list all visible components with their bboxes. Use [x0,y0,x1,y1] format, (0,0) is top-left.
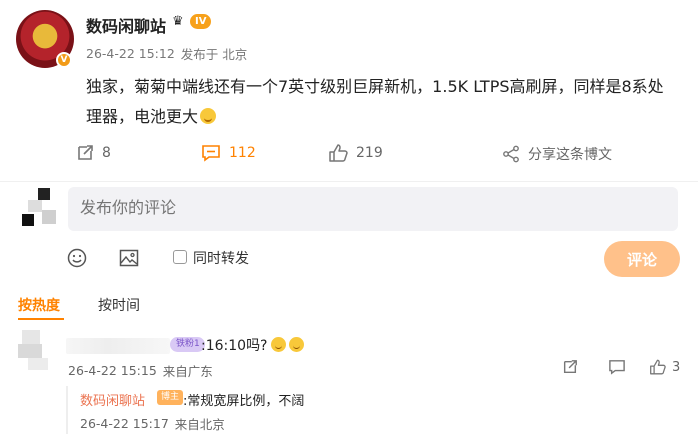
commenter-avatar[interactable] [18,330,52,370]
smile-emoji-icon [288,337,304,352]
comment-text: :16:10吗? [201,335,304,355]
repost-checkbox-label[interactable]: 同时转发 [193,248,249,268]
verified-badge-label: V [60,55,68,65]
author-host-badge: 博主 [157,390,184,405]
comment-count: 112 [229,145,256,161]
sort-by-time-tab[interactable]: 按时间 [98,295,140,315]
action-bar: 8 112 219 分享这条博文 [0,144,698,166]
comment-time: 26-4-22 15:15 [68,363,157,378]
repost-icon [78,145,93,160]
reply-author-name[interactable]: 数码闲聊站 [80,390,145,409]
level-badge: ♛ IV [172,13,212,29]
comment-source: 来自广东 [162,364,213,379]
verified-badge: V [56,52,72,68]
reply-text: :常规宽屏比例，不阔 [183,394,305,409]
author-name[interactable]: 数码闲聊站 [86,13,166,37]
smiley-icon [67,248,87,268]
comment-reply-button[interactable] [608,359,626,375]
reply-source: 来自北京 [174,417,225,432]
repost-button[interactable]: 8 [76,144,111,162]
crown-icon: ♛ [172,13,184,29]
comment-like-button[interactable]: 3 [649,359,680,375]
my-avatar[interactable] [22,188,58,226]
reply-thread-line [66,386,68,434]
comment-icon [202,145,220,162]
fan-badge: 铁粉1 [170,337,205,352]
thumb-up-icon [329,144,348,162]
image-button[interactable] [118,247,140,269]
divider [0,181,698,182]
like-count: 219 [356,145,383,161]
comment-button[interactable]: 112 [201,144,256,162]
grin-emoji-icon [200,108,217,124]
emoji-button[interactable] [66,247,88,269]
submit-comment-button[interactable]: 评论 [604,241,680,277]
level-label: IV [190,14,212,29]
repost-checkbox[interactable] [173,250,187,264]
commenter-name-redacted[interactable] [66,338,170,354]
repost-icon [563,360,577,374]
share-icon [503,145,519,163]
comment-like-count: 3 [672,359,681,375]
post-time[interactable]: 26-4-22 15:12 [86,46,175,61]
share-label: 分享这条博文 [528,147,612,163]
reply-time: 26-4-22 15:17 [80,416,169,431]
like-button[interactable]: 219 [328,144,383,162]
share-button[interactable]: 分享这条博文 [502,144,612,164]
comment-icon [609,360,625,375]
comment-text-content: :16:10吗? [201,338,268,354]
post-text-content: 独家，菊菊中端线还有一个7英寸级别巨屏新机，1.5K LTPS高刷屏，同样是8系… [86,77,664,126]
repost-count: 8 [102,145,111,161]
post-text: 独家，菊菊中端线还有一个7英寸级别巨屏新机，1.5K LTPS高刷屏，同样是8系… [86,72,676,132]
active-tab-indicator [18,318,64,320]
comment-meta: 26-4-22 15:15 来自广东 [68,361,219,380]
post-source: 发布于 北京 [180,47,248,62]
comment-input[interactable] [68,187,678,231]
thumb-up-icon [650,359,666,375]
comment-repost-button[interactable] [562,359,578,375]
reply-meta: 26-4-22 15:17 来自北京 [80,414,231,433]
post-meta: 26-4-22 15:12 发布于 北京 [86,44,253,63]
image-icon [119,249,139,267]
smile-emoji-icon [270,337,286,352]
sort-by-hot-tab[interactable]: 按热度 [18,295,60,315]
